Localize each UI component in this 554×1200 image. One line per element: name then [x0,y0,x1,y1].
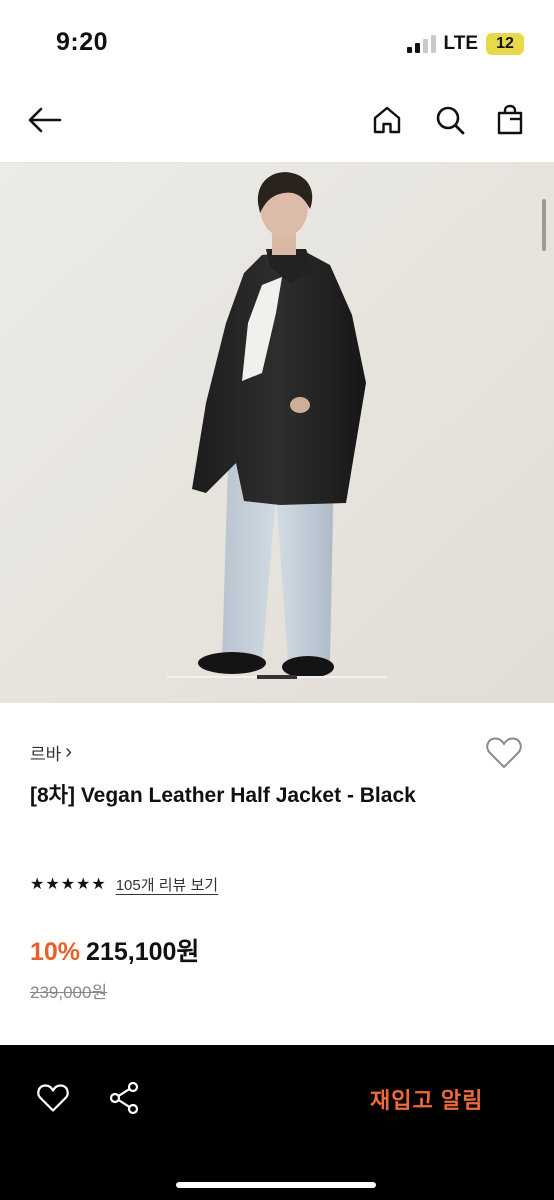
cart-button[interactable] [488,98,532,142]
rating-row: ★ ★ ★ ★ ★ 105개 리뷰 보기 [30,874,218,895]
sale-price: 215,100원 [86,938,200,966]
top-nav [0,86,554,154]
image-scroll-indicator [542,199,546,251]
star-icon: ★ [60,875,76,893]
back-button[interactable] [22,98,66,142]
home-indicator [176,1182,376,1188]
arrow-left-icon [28,107,62,133]
product-title: [8차] Vegan Leather Half Jacket - Black [30,784,416,807]
brand-link[interactable]: 르바 › [30,740,72,765]
bottom-action-bar: 재입고 알림 [0,1045,554,1200]
status-bar: 9:20 LTE 12 [0,0,554,80]
discount-rate: 10% [30,938,81,966]
status-time: 9:20 [56,28,109,56]
original-price: 239,000원 [30,983,108,1002]
shopping-bag-icon [497,104,523,135]
star-icon: ★ [76,875,91,893]
chevron-right-icon: › [65,741,72,763]
battery-icon: 12 [486,33,524,55]
rating-stars: ★ ★ ★ ★ ★ [30,875,106,893]
home-button[interactable] [365,98,409,142]
review-link[interactable]: 105개 리뷰 보기 [116,874,218,895]
search-button[interactable] [428,98,472,142]
restock-alert-button[interactable]: 재입고 알림 [370,1083,483,1115]
wishlist-button[interactable] [483,732,525,774]
carousel-indicator [167,675,387,679]
product-photo [0,163,554,703]
status-indicators: LTE 12 [406,33,524,55]
heart-icon [37,1084,69,1112]
star-icon: ★ [91,875,106,893]
share-icon [109,1081,139,1115]
price-row: 10% 215,100원 [30,932,199,968]
star-icon: ★ [45,875,60,893]
star-icon: ★ [30,875,45,893]
network-label: LTE [443,33,478,54]
brand-name: 르바 [30,745,62,764]
product-image-carousel[interactable] [0,163,554,703]
share-button[interactable] [101,1075,147,1121]
home-icon [373,106,401,134]
signal-icon [406,35,436,53]
carousel-indicator-thumb [257,675,297,679]
heart-icon [486,737,522,768]
like-button[interactable] [30,1075,76,1121]
search-icon [436,106,465,135]
